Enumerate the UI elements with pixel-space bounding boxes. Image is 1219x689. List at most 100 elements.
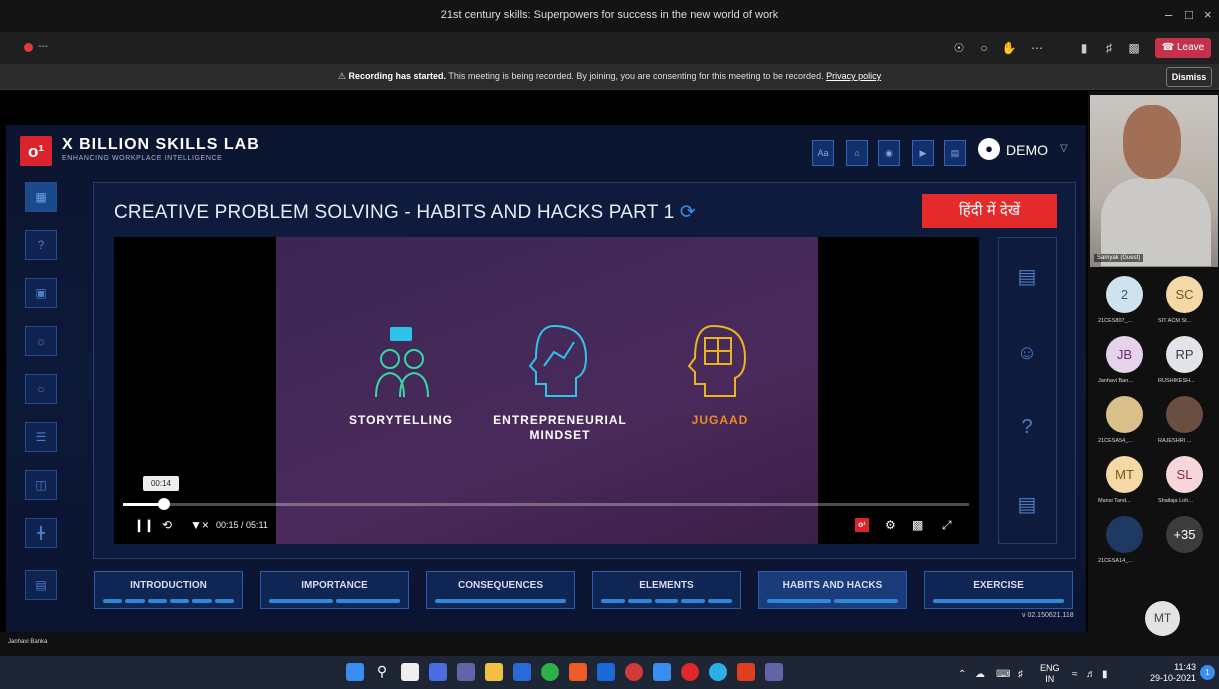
tab-label: IMPORTANCE (301, 580, 368, 591)
participant-avatar[interactable]: JB (1106, 336, 1143, 373)
task-view-icon[interactable] (401, 663, 419, 681)
media-icon[interactable] (625, 663, 643, 681)
participant-avatar[interactable]: SC (1166, 276, 1203, 313)
group-icon[interactable]: ☺ (1012, 338, 1042, 368)
fullscreen-icon[interactable]: ⤢ (942, 518, 952, 533)
sidebar-book-icon[interactable]: ▣ (25, 278, 57, 308)
picture-in-picture-icon[interactable]: ▩ (912, 518, 923, 532)
bell-icon[interactable]: ◉ (878, 140, 900, 166)
mute-icon[interactable]: ▼× (190, 518, 209, 532)
brand-title: X BILLION SKILLS LAB (62, 136, 260, 153)
dismiss-button[interactable]: Dismiss (1166, 67, 1212, 87)
notes-icon[interactable]: ▤ (1012, 262, 1042, 292)
entrepreneurial-mindset-icon (528, 324, 588, 397)
tab-progress-segment (933, 599, 1064, 603)
question-icon[interactable]: ? (1012, 412, 1042, 442)
camera-off-icon[interactable]: ▮ (1075, 40, 1093, 56)
user-avatar-icon[interactable]: ● (978, 138, 1000, 160)
chrome-icon[interactable] (541, 663, 559, 681)
battery-icon[interactable]: ▮ (1102, 669, 1108, 680)
mic-tray-icon[interactable]: ♯ (1018, 669, 1023, 680)
leave-button[interactable]: ☎ Leave (1155, 38, 1211, 58)
settings-gear-icon[interactable]: ⚙ (885, 518, 896, 532)
tab-progress-segment (125, 599, 145, 603)
keyboard-icon[interactable]: ⌨ (996, 669, 1010, 680)
sidebar-list-icon[interactable]: ☰ (25, 422, 57, 452)
mail-icon[interactable] (597, 663, 615, 681)
edge-icon[interactable] (709, 663, 727, 681)
notes-app-icon[interactable] (653, 663, 671, 681)
sidebar-hierarchy-icon[interactable]: ╋ (25, 518, 57, 548)
wifi-icon[interactable]: ≈ (1072, 669, 1078, 680)
reactions-icon[interactable]: ✋ (1000, 40, 1018, 56)
participant-avatar[interactable] (1106, 396, 1143, 433)
participant-avatar[interactable]: RP (1166, 336, 1203, 373)
tab-habits-and-hacks[interactable]: HABITS AND HACKS (758, 571, 907, 609)
sidebar-idea-icon[interactable]: ☼ (25, 326, 57, 356)
tab-consequences[interactable]: CONSEQUENCES (426, 571, 575, 609)
participant-avatar[interactable]: 2 (1106, 276, 1143, 313)
opera-icon[interactable] (681, 663, 699, 681)
user-menu-caret-icon[interactable]: ▽ (1060, 143, 1068, 154)
teams-chat-icon[interactable] (457, 663, 475, 681)
participant-name: Shailaja Loh... (1158, 498, 1193, 504)
participant-avatar[interactable]: +35 (1166, 516, 1203, 553)
tray-overflow-icon[interactable]: ⌃ (958, 669, 966, 680)
tab-elements[interactable]: ELEMENTS (592, 571, 741, 609)
tab-importance[interactable]: IMPORTANCE (260, 571, 409, 609)
widgets-icon[interactable] (429, 663, 447, 681)
replay-icon[interactable]: ⟳ (680, 202, 696, 223)
video-progress-knob[interactable] (158, 498, 170, 510)
video-progress-fill (123, 503, 161, 506)
participant-avatar[interactable]: MT (1106, 456, 1143, 493)
tab-progress-bars (103, 599, 234, 603)
user-name[interactable]: DEMO (1006, 142, 1048, 158)
share-screen-icon[interactable]: ▩ (1125, 40, 1143, 56)
participant-avatar[interactable] (1106, 516, 1143, 553)
chat-icon[interactable]: ○ (975, 40, 993, 56)
file-explorer-icon[interactable] (485, 663, 503, 681)
participant-name: Janhavi Ban... (1098, 378, 1133, 384)
store-icon[interactable] (513, 663, 531, 681)
home-icon[interactable]: ⌂ (846, 140, 868, 166)
participant-avatar[interactable] (1166, 396, 1203, 433)
brave-icon[interactable] (569, 663, 587, 681)
people-icon[interactable]: ☉ (950, 40, 968, 56)
teams-icon[interactable] (765, 663, 783, 681)
comment-icon[interactable]: ▤ (1012, 490, 1042, 520)
privacy-policy-link[interactable]: Privacy policy (826, 71, 881, 81)
sidebar-help-icon[interactable]: ? (25, 230, 57, 260)
onedrive-icon[interactable]: ☁ (975, 669, 985, 680)
language-indicator[interactable]: ENG IN (1040, 663, 1060, 685)
close-icon[interactable]: × (1204, 7, 1212, 22)
pause-icon[interactable]: ❙❙ (134, 518, 154, 532)
sidebar-dashboard-icon[interactable]: ▦ (25, 182, 57, 212)
sidebar-certificate-icon[interactable]: ▤ (25, 570, 57, 600)
maximize-icon[interactable]: □ (1185, 7, 1193, 22)
font-size-button[interactable]: Aa (812, 140, 834, 166)
self-avatar[interactable]: MT (1145, 601, 1180, 636)
app-logo-icon[interactable]: o¹ (855, 518, 869, 532)
clock-time: 11:43 (1174, 662, 1196, 672)
more-options-icon[interactable]: ⋯ (1028, 40, 1046, 56)
play-icon[interactable]: ▶ (912, 140, 934, 166)
rewind-10-icon[interactable]: ⟲ (162, 518, 172, 532)
sidebar-globe-icon[interactable]: ○ (25, 374, 57, 404)
start-icon[interactable] (346, 663, 364, 681)
volume-icon[interactable]: ♬ (1086, 669, 1096, 680)
tab-exercise[interactable]: EXERCISE (924, 571, 1073, 609)
notification-badge[interactable]: 1 (1200, 665, 1215, 680)
minimize-icon[interactable]: – (1165, 7, 1172, 22)
search-icon[interactable]: ⚲ (373, 663, 391, 681)
sidebar-screen-icon[interactable]: ◫ (25, 470, 57, 500)
participant-avatar[interactable]: SL (1166, 456, 1203, 493)
tab-introduction[interactable]: INTRODUCTION (94, 571, 243, 609)
office-icon[interactable] (737, 663, 755, 681)
mic-muted-icon[interactable]: ♯ (1100, 40, 1118, 56)
watch-in-hindi-button[interactable]: हिंदी में देखें (922, 194, 1057, 228)
tab-progress-segment (627, 599, 652, 603)
help-book-icon[interactable]: ▤ (944, 140, 966, 166)
video-progress-track[interactable] (123, 503, 969, 506)
tab-progress-segment (654, 599, 679, 603)
clock[interactable]: 11:43 29-10-2021 (1140, 662, 1196, 684)
